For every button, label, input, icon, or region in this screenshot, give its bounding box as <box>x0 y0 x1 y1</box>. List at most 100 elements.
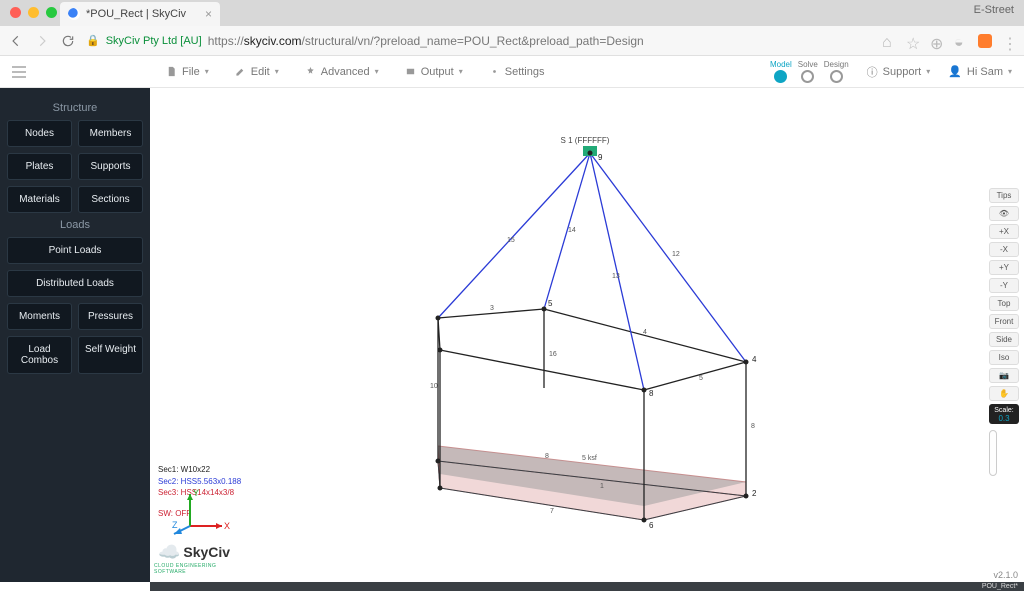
chevron-down-icon: ▾ <box>1008 67 1012 76</box>
view-mx-button[interactable]: -X <box>989 242 1019 257</box>
member-bottopfront[interactable] <box>440 350 644 390</box>
close-tab-icon[interactable]: × <box>205 2 212 26</box>
sidebar-supports[interactable]: Supports <box>78 153 143 180</box>
step-design[interactable]: Design <box>824 60 849 83</box>
sidebar-heading-loads: Loads <box>7 219 143 231</box>
back-button[interactable] <box>8 33 24 49</box>
sidebar-nodes[interactable]: Nodes <box>7 120 72 147</box>
support-menu[interactable]: ⓘSupport▾ <box>867 64 931 80</box>
svg-text:10: 10 <box>430 383 438 390</box>
sidebar-moments[interactable]: Moments <box>7 303 72 330</box>
member-5[interactable] <box>644 362 746 390</box>
sidebar-materials[interactable]: Materials <box>7 186 72 213</box>
view-px-button[interactable]: +X <box>989 224 1019 239</box>
extension-icons: ⌂ ☆ ⊕ ◒ ⋮ <box>882 34 1016 48</box>
svg-text:14: 14 <box>568 227 576 234</box>
svg-text:5: 5 <box>699 375 703 382</box>
view-py-button[interactable]: +Y <box>989 260 1019 275</box>
svg-text:15: 15 <box>507 237 515 244</box>
tab-title: *POU_Rect | SkyCiv <box>86 2 186 26</box>
svg-text:5: 5 <box>548 299 553 308</box>
info-icon: ⓘ <box>867 64 878 80</box>
menu-advanced[interactable]: Advanced▾ <box>305 66 379 78</box>
menu-output[interactable]: Output▾ <box>405 66 463 78</box>
browser-tab[interactable]: *POU_Rect | SkyCiv × <box>60 2 220 26</box>
reload-button[interactable] <box>60 33 76 49</box>
viewport[interactable]: 5 ksf S 1 (FFFFFF) 9 5 4 <box>150 88 1024 582</box>
step-model[interactable]: Model <box>770 60 792 83</box>
minimize-window-button[interactable] <box>28 7 39 18</box>
user-menu[interactable]: 👤Hi Sam▾ <box>948 65 1012 78</box>
visibility-button[interactable]: 👁 <box>989 206 1019 221</box>
close-window-button[interactable] <box>10 7 21 18</box>
sidebar-plates[interactable]: Plates <box>7 153 72 180</box>
legend-sec2: Sec2: HSS5.563x0.188 <box>158 476 241 487</box>
app-toolbar: File▾ Edit▾ Advanced▾ Output▾ Settings M… <box>0 56 1024 88</box>
profile-badge[interactable]: E-Street <box>974 4 1014 16</box>
menu-file[interactable]: File▾ <box>166 66 209 78</box>
view-tools: Tips 👁 +X -X +Y -Y Top Front Side Iso 📷 … <box>989 188 1019 476</box>
maximize-window-button[interactable] <box>46 7 57 18</box>
window-controls <box>10 7 57 18</box>
member-15[interactable] <box>438 153 590 318</box>
ext3-icon[interactable] <box>978 34 992 48</box>
status-filename: POU_Rect* <box>982 583 1018 590</box>
workflow-steps: Model Solve Design <box>770 60 849 83</box>
svg-text:Z: Z <box>172 520 178 530</box>
chevron-down-icon: ▾ <box>275 67 279 76</box>
screenshot-button[interactable]: 📷 <box>989 368 1019 383</box>
svg-text:8: 8 <box>751 423 755 430</box>
model-canvas[interactable]: 5 ksf S 1 (FFFFFF) 9 5 4 <box>150 88 1024 582</box>
view-top-button[interactable]: Top <box>989 296 1019 311</box>
version-label: v2.1.0 <box>993 570 1018 580</box>
axis-triad: X Y Z <box>170 488 230 538</box>
member-14[interactable] <box>544 153 590 309</box>
url-host: skyciv.com <box>244 34 302 48</box>
lock-icon: 🔒 <box>86 34 100 47</box>
organization-label: SkyCiv Pty Ltd [AU] <box>106 35 202 47</box>
tips-button[interactable]: Tips <box>989 188 1019 203</box>
legend-sec1: Sec1: W10x22 <box>158 464 241 475</box>
svg-text:9: 9 <box>598 153 603 162</box>
hamburger-button[interactable] <box>12 66 26 78</box>
sidebar-members[interactable]: Members <box>78 120 143 147</box>
sidebar-self-weight[interactable]: Self Weight <box>78 336 143 374</box>
svg-text:13: 13 <box>612 273 620 280</box>
ext1-icon[interactable]: ⊕ <box>930 34 944 48</box>
sidebar-distributed-loads[interactable]: Distributed Loads <box>7 270 143 297</box>
address-bar[interactable]: 🔒 SkyCiv Pty Ltd [AU] https://skyciv.com… <box>86 34 872 48</box>
forward-button[interactable] <box>34 33 50 49</box>
pan-button[interactable]: ✋ <box>989 386 1019 401</box>
step-solve[interactable]: Solve <box>798 60 818 83</box>
svg-text:8: 8 <box>545 453 549 460</box>
view-iso-button[interactable]: Iso <box>989 350 1019 365</box>
sidebar-pressures[interactable]: Pressures <box>78 303 143 330</box>
sidebar-sections[interactable]: Sections <box>78 186 143 213</box>
skyciv-logo: ☁️ SkyCiv CLOUD ENGINEERING SOFTWARE <box>154 538 234 578</box>
scale-control[interactable]: Scale: 0.3 <box>989 404 1019 424</box>
sidebar-point-loads[interactable]: Point Loads <box>7 237 143 264</box>
sidebar: Structure Nodes Members Plates Supports … <box>0 88 150 582</box>
chevron-down-icon: ▾ <box>926 67 930 76</box>
favicon-icon <box>68 8 80 20</box>
view-front-button[interactable]: Front <box>989 314 1019 329</box>
menu-edit[interactable]: Edit▾ <box>235 66 279 78</box>
scale-slider[interactable] <box>989 430 997 476</box>
ext2-icon[interactable]: ◒ <box>954 34 968 48</box>
svg-text:3: 3 <box>490 305 494 312</box>
sidebar-load-combos[interactable]: Load Combos <box>7 336 72 374</box>
menu-icon[interactable]: ⋮ <box>1002 34 1016 48</box>
menu-settings[interactable]: Settings <box>489 66 545 78</box>
support-label: S 1 (FFFFFF) <box>561 136 610 145</box>
home-icon[interactable]: ⌂ <box>882 34 896 48</box>
status-bar: POU_Rect* <box>150 582 1024 591</box>
sidebar-heading-structure: Structure <box>7 102 143 114</box>
svg-text:Y: Y <box>193 488 199 498</box>
browser-toolbar: 🔒 SkyCiv Pty Ltd [AU] https://skyciv.com… <box>0 26 1024 56</box>
view-side-button[interactable]: Side <box>989 332 1019 347</box>
star-icon[interactable]: ☆ <box>906 34 920 48</box>
svg-text:X: X <box>224 521 230 531</box>
svg-text:6: 6 <box>649 521 654 530</box>
svg-text:4: 4 <box>643 329 647 336</box>
view-my-button[interactable]: -Y <box>989 278 1019 293</box>
